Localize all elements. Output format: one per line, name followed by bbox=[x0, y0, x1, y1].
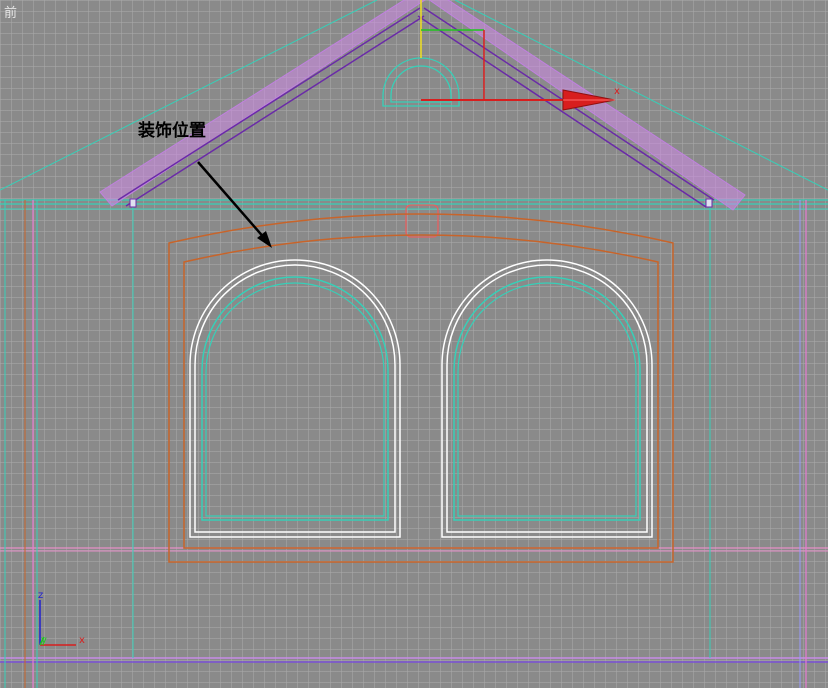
gable-vent[interactable] bbox=[382, 57, 460, 107]
right-arch-window[interactable] bbox=[441, 259, 653, 538]
viewport-label[interactable]: 前 bbox=[4, 2, 17, 21]
triad-z-label: z bbox=[38, 590, 43, 601]
roof-trim[interactable] bbox=[99, 0, 746, 211]
wall-verticals[interactable] bbox=[4, 200, 807, 688]
eave-lines[interactable] bbox=[0, 199, 828, 663]
triad-x-label: x bbox=[79, 635, 85, 646]
left-arch-window[interactable] bbox=[189, 259, 401, 538]
axis-triad: z y x bbox=[38, 590, 85, 646]
roof-outline[interactable] bbox=[0, 0, 828, 191]
annotation-callout: 装饰位置 bbox=[137, 120, 272, 248]
keystone[interactable] bbox=[405, 204, 439, 238]
window-surround[interactable] bbox=[168, 213, 674, 563]
scene-canvas[interactable]: x 装饰位置 z y x bbox=[0, 0, 828, 688]
gizmo-x-label: x bbox=[614, 86, 620, 97]
triad-y-label: y bbox=[41, 635, 47, 646]
annotation-label: 装饰位置 bbox=[137, 120, 206, 141]
front-viewport[interactable]: x 装饰位置 z y x 前 bbox=[0, 0, 828, 688]
